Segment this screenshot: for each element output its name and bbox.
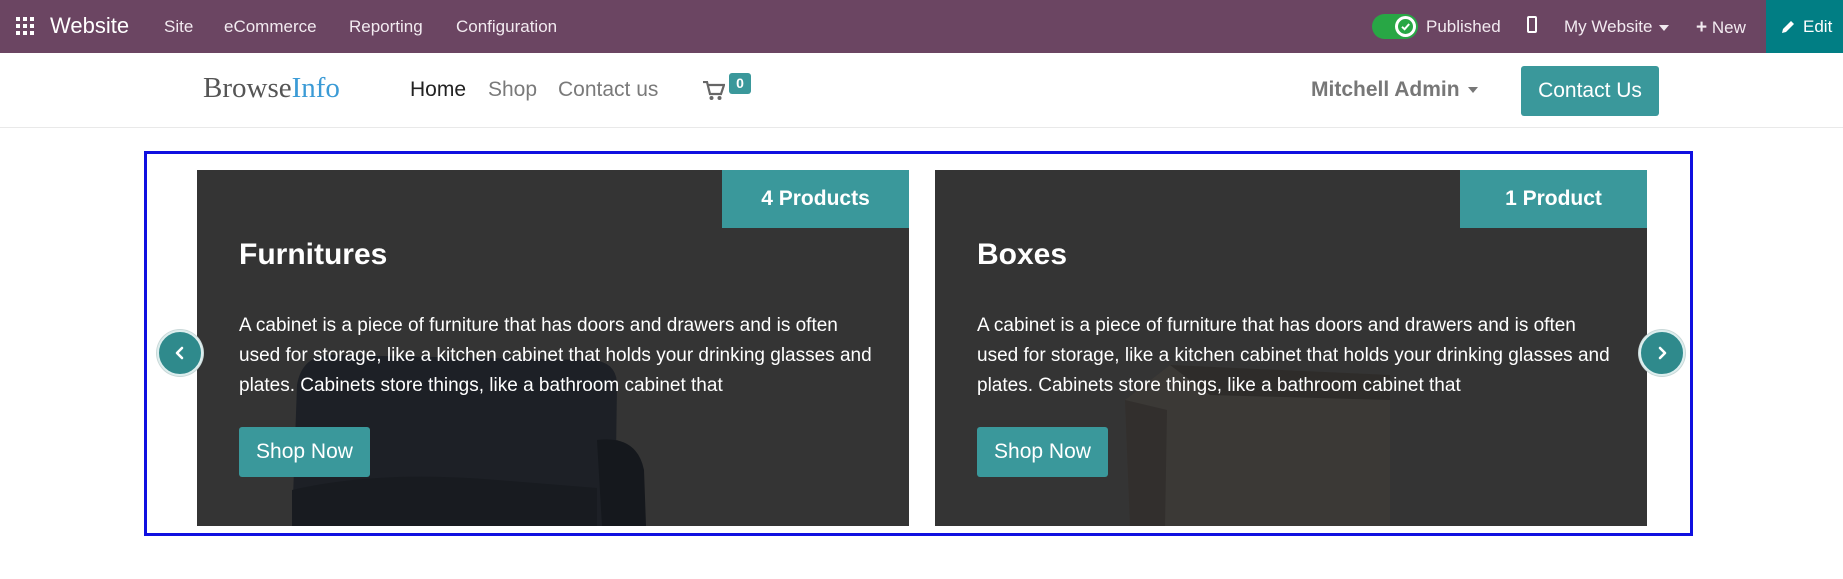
cart-count-badge[interactable]: 0 — [729, 73, 751, 94]
website-selector[interactable]: My Website — [1564, 17, 1669, 37]
menu-reporting[interactable]: Reporting — [349, 17, 423, 37]
pencil-icon — [1782, 21, 1794, 33]
category-card-boxes[interactable]: 1 Product Boxes A cabinet is a piece of … — [935, 170, 1647, 526]
plus-icon: + — [1696, 17, 1708, 38]
nav-home[interactable]: Home — [410, 78, 466, 102]
nav-shop[interactable]: Shop — [488, 78, 537, 102]
contact-us-button[interactable]: Contact Us — [1521, 66, 1659, 116]
user-name: Mitchell Admin — [1311, 78, 1460, 101]
card-description: A cabinet is a piece of furniture that h… — [239, 315, 872, 396]
chevron-right-icon — [1658, 346, 1667, 360]
chevron-down-icon — [1467, 87, 1478, 94]
menu-configuration[interactable]: Configuration — [456, 17, 557, 37]
cart-icon[interactable] — [703, 81, 725, 101]
mobile-preview-icon[interactable] — [1527, 16, 1537, 33]
logo-part-info: Info — [291, 72, 340, 104]
chevron-left-icon — [175, 346, 184, 360]
product-count-badge: 1 Product — [1460, 170, 1647, 228]
card-title: Furnitures — [239, 238, 388, 271]
card-description: A cabinet is a piece of furniture that h… — [977, 315, 1610, 396]
category-card-furnitures[interactable]: 4 Products Furnitures A cabinet is a pie… — [197, 170, 909, 526]
logo-part-browse: Browse — [203, 72, 292, 104]
check-icon — [1398, 19, 1413, 34]
published-toggle[interactable] — [1372, 14, 1418, 39]
chevron-down-icon — [1658, 24, 1669, 31]
shop-now-button[interactable]: Shop Now — [977, 427, 1108, 477]
website-selector-label: My Website — [1564, 17, 1653, 36]
shop-now-button[interactable]: Shop Now — [239, 427, 370, 477]
product-count-badge: 4 Products — [722, 170, 909, 228]
published-label[interactable]: Published — [1426, 17, 1501, 37]
apps-grid-icon[interactable] — [16, 17, 34, 35]
menu-site[interactable]: Site — [164, 17, 193, 37]
site-logo[interactable]: BrowseInfo — [203, 72, 340, 105]
odoo-top-bar: Website Site eCommerce Reporting Configu… — [0, 0, 1843, 53]
edit-button[interactable]: Edit — [1766, 0, 1843, 53]
nav-contact-us[interactable]: Contact us — [558, 78, 658, 102]
carousel-next-button[interactable] — [1639, 330, 1685, 376]
menu-ecommerce[interactable]: eCommerce — [224, 17, 317, 37]
new-button[interactable]: + New — [1696, 17, 1746, 39]
edit-button-label: Edit — [1803, 17, 1833, 36]
carousel-prev-button[interactable] — [157, 330, 203, 376]
app-name[interactable]: Website — [50, 13, 129, 39]
new-button-label: New — [1711, 18, 1746, 37]
card-title: Boxes — [977, 238, 1068, 271]
website-header: BrowseInfo Home Shop Contact us 0 Mitche… — [0, 53, 1843, 128]
user-menu[interactable]: Mitchell Admin — [1311, 78, 1478, 102]
toggle-knob — [1395, 16, 1416, 37]
